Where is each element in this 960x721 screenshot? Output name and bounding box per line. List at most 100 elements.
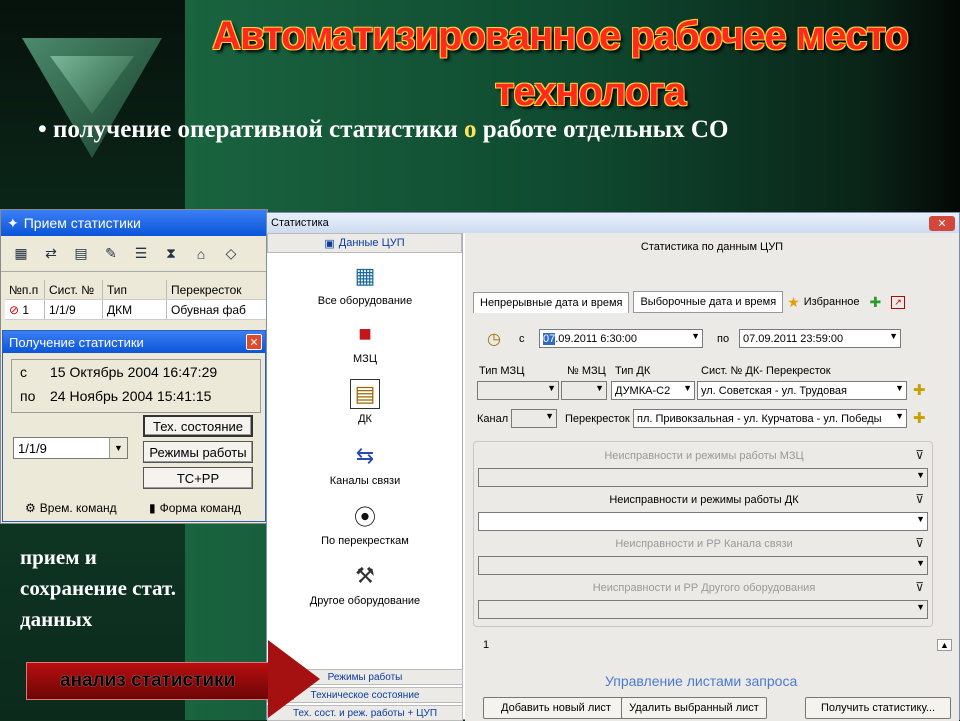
system-label: Сист. № ДК- Перекресток <box>701 365 831 377</box>
nav-label: Тех. сост. и реж. работы + ЦУП <box>292 707 438 719</box>
side-item-label: По перекресткам <box>321 535 409 547</box>
chart-icon[interactable]: ↗ <box>891 295 905 309</box>
tab-selective[interactable]: Выборочные дата и время <box>633 291 784 313</box>
crossing-select[interactable]: пл. Привокзальная - ул. Курчатова - ул. … <box>633 409 907 428</box>
filter-clear-icon[interactable]: ⊽ <box>915 536 924 550</box>
delete-sheet-button[interactable]: Удалить выбранный лист <box>621 697 767 719</box>
tab-continuous[interactable]: Непрерывные дата и время <box>473 291 630 313</box>
from-label: с <box>20 364 27 380</box>
table-header: №п.п Сист. № Тип Перекресток <box>5 280 267 300</box>
statistics-window: Статистика ✕ ▣ Данные ЦУП ▦ Все оборудовани… <box>266 212 960 721</box>
column-header[interactable]: №п.п <box>5 280 45 299</box>
system-combo[interactable]: 1/1/9 ▼ <box>13 437 128 459</box>
foot-label: Форма команд <box>159 501 241 515</box>
from-datetime-input[interactable]: 07.09.2011 6:30:00 ▼ <box>539 329 703 348</box>
toolbar: ▦ ⇄ ▤ ✎ ☰ ⧗ ⌂ ◇ <box>1 236 267 272</box>
get-stats-dialog: Получение статистики ✕ с 15 Октябрь 2004 1… <box>2 330 266 522</box>
chevron-down-icon[interactable]: ▼ <box>691 331 700 341</box>
filter-clear-icon[interactable]: ⊽ <box>915 580 924 594</box>
window-title: Статистика <box>271 217 329 229</box>
house-icon[interactable]: ⌂ <box>191 245 211 263</box>
dk-type-select[interactable]: ДУМКА-С2 ▼ <box>611 381 695 400</box>
to-value[interactable]: 24 Ноябрь 2004 15:41:15 <box>50 388 211 404</box>
section-title: Неисправности и РР Канала связи <box>615 538 793 550</box>
mzc-type-select[interactable]: ▼ <box>477 381 559 400</box>
page-tab[interactable]: 1 <box>483 639 489 651</box>
stats-table: №п.п Сист. № Тип Перекресток ⊘ 1 1/1/9 Д… <box>5 280 267 320</box>
add-favorite-icon[interactable]: ✚ <box>870 294 882 311</box>
window-titlebar[interactable]: ✦ Прием статистики <box>1 210 267 236</box>
faults-dk-select[interactable]: ▼ <box>478 512 928 531</box>
chevron-down-icon[interactable]: ▼ <box>109 438 127 458</box>
column-header[interactable]: Сист. № <box>45 280 103 299</box>
side-item-label: Все оборудование <box>317 295 413 307</box>
eraser-icon[interactable]: ◇ <box>221 245 241 263</box>
side-item-other[interactable]: ⚒ Другое оборудование <box>267 561 463 607</box>
star-icon[interactable]: ★ <box>787 294 800 311</box>
caption-line: сохранение стат. <box>20 576 177 600</box>
side-item-all-equipment[interactable]: ▦ Все оборудование <box>267 261 463 307</box>
mzc-number-select[interactable]: ▼ <box>561 381 607 400</box>
caption-line: прием и <box>20 545 97 569</box>
work-modes-button[interactable]: Режимы работы <box>143 441 253 463</box>
dialog-title: Получение статистики <box>9 334 144 350</box>
grid-add-icon[interactable]: ▤ <box>71 245 91 263</box>
tab-favorites[interactable]: Избранное <box>804 296 860 308</box>
chevron-down-icon: ▼ <box>683 383 692 393</box>
grid-icon[interactable]: ▦ <box>11 245 31 263</box>
add-icon[interactable]: ✚ <box>913 381 926 399</box>
side-item-crossings[interactable]: ⦿ По перекресткам <box>267 501 463 547</box>
scroll-up-icon[interactable]: ▲ <box>937 639 952 651</box>
side-item-label: Другое оборудование <box>309 595 421 607</box>
chevron-down-icon: ▼ <box>895 383 904 393</box>
faults-other-select[interactable]: ▼ <box>478 600 928 619</box>
column-header[interactable]: Перекресток <box>167 280 267 299</box>
caption-line: данных <box>20 607 93 631</box>
list-icon[interactable]: ☰ <box>131 245 151 263</box>
side-item-mzc[interactable]: ■ МЗЦ <box>267 319 463 365</box>
channel-select[interactable]: ▼ <box>511 409 557 428</box>
from-label: с <box>519 333 525 345</box>
network-icon: ⇆ <box>355 443 375 468</box>
nav-tech-modes-cup[interactable]: Тех. сост. и реж. работы + ЦУП <box>267 705 463 721</box>
tech-state-button[interactable]: Тех. состояние <box>143 415 253 437</box>
add-sheet-button[interactable]: Добавить новый лист <box>483 697 629 719</box>
from-value[interactable]: 15 Октябрь 2004 16:47:29 <box>50 364 217 380</box>
side-item-channels[interactable]: ⇆ Каналы связи <box>267 441 463 487</box>
select-value: ул. Советская - ул. Трудовая <box>701 384 847 397</box>
folder-icon: ▤ <box>350 379 380 409</box>
side-item-dk[interactable]: ▤ ДК <box>267 379 463 425</box>
faults-channel-select[interactable]: ▼ <box>478 556 928 575</box>
hourglass-icon[interactable]: ⧗ <box>161 245 181 263</box>
system-select[interactable]: ул. Советская - ул. Трудовая ▼ <box>697 381 907 400</box>
window-title: Прием статистики <box>23 215 141 231</box>
section-title: Неисправности и РР Другого оборудования <box>592 582 816 594</box>
chevron-down-icon: ▼ <box>547 383 556 393</box>
filter-clear-icon[interactable]: ⊽ <box>915 448 924 462</box>
grid-move-icon[interactable]: ⇄ <box>41 245 61 263</box>
get-stats-button[interactable]: Получить статистику... <box>805 697 951 719</box>
table-row[interactable]: ⊘ 1 1/1/9 ДКМ Обувная фаб <box>5 300 267 320</box>
side-item-label: МЗЦ <box>353 353 377 365</box>
edit-icon[interactable]: ✎ <box>101 245 121 263</box>
chevron-down-icon[interactable]: ▼ <box>889 331 898 341</box>
window-titlebar[interactable]: Статистика ✕ <box>267 213 959 233</box>
form-commands-item[interactable]: ▮ Форма команд <box>149 501 241 515</box>
cup-data-header[interactable]: ▣ Данные ЦУП <box>267 233 462 253</box>
time-commands-item[interactable]: ⚙ Врем. команд <box>25 501 117 515</box>
tc-pp-button[interactable]: ТС+РР <box>143 467 253 489</box>
faults-mzc-select[interactable]: ▼ <box>478 468 928 487</box>
to-datetime-input[interactable]: 07.09.2011 23:59:00 ▼ <box>739 329 901 348</box>
close-icon[interactable]: ✕ <box>929 215 955 231</box>
to-row: по 24 Ноябрь 2004 15:41:15 <box>12 384 260 408</box>
column-header[interactable]: Тип <box>103 280 167 299</box>
left-caption: прием и сохранение стат. данных <box>20 542 270 635</box>
close-icon[interactable]: ✕ <box>246 334 262 350</box>
main-pane: Статистика по данным ЦУП Непрерывные дат… <box>465 233 959 721</box>
dialog-titlebar[interactable]: Получение статистики ✕ <box>3 331 265 353</box>
side-panel: ▣ Данные ЦУП ▦ Все оборудование ■ МЗЦ ▤ ДК ⇆… <box>267 233 463 721</box>
table-cell: ДКМ <box>103 300 167 319</box>
slide-title-line2: технолога <box>494 70 686 114</box>
filter-clear-icon[interactable]: ⊽ <box>915 492 924 506</box>
add-icon[interactable]: ✚ <box>913 409 926 427</box>
